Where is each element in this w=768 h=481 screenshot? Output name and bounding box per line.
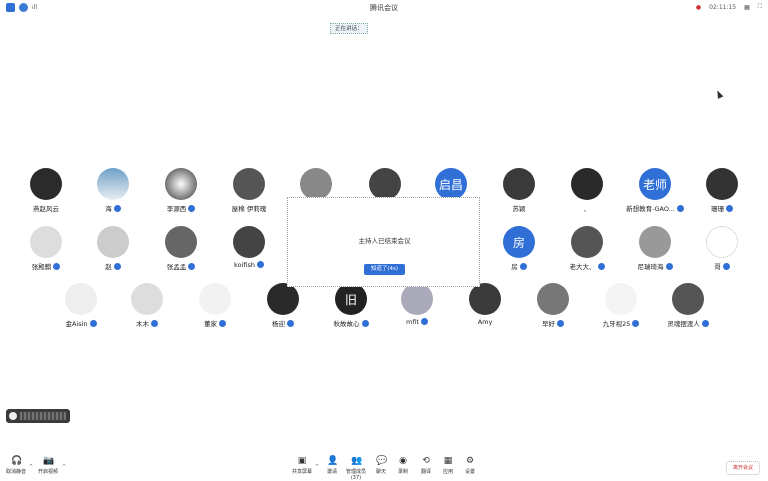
participant-tile[interactable]: 灵魂摆渡人 (646, 283, 730, 333)
avatar (199, 283, 231, 315)
window-title: 腾讯会议 (370, 4, 398, 12)
avatar (65, 283, 97, 315)
mic-icon (151, 319, 158, 327)
leave-meeting-button[interactable]: 离开会议 (726, 461, 760, 475)
avatar (672, 283, 704, 315)
share-screen-button[interactable]: ▣ 共享屏幕 (290, 456, 314, 475)
mic-icon (665, 262, 673, 270)
avatar (571, 168, 603, 200)
avatar (233, 226, 265, 258)
mic-icon (188, 262, 196, 270)
participant-name: 哥 (680, 261, 764, 271)
meeting-timer: 02:11:15 (709, 3, 737, 11)
avatar: 老师 (639, 168, 671, 200)
record-indicator-icon: ● (695, 3, 702, 11)
participant-tile[interactable]: 哥 (680, 226, 764, 276)
start-video-button[interactable]: 📷 开启视频 (36, 456, 60, 475)
settings-icon: ⚙ (465, 456, 475, 466)
settings-button[interactable]: ⚙ 设置 (458, 456, 482, 475)
invite-icon: 👤 (327, 456, 339, 466)
manage-members-button[interactable]: 👥 管理成员(37) (344, 456, 368, 481)
share-screen-icon: ▣ (297, 456, 307, 466)
apps-icon: ▦ (443, 456, 453, 466)
speaking-indicator: 正在讲话： (330, 23, 368, 34)
mic-icon (89, 319, 97, 327)
avatar: 旧 (335, 283, 367, 315)
participant-tile[interactable]: koifish (207, 226, 291, 276)
translate-icon: ⟲ (422, 456, 430, 466)
avatar (571, 226, 603, 258)
mic-icon (722, 262, 730, 270)
mic-icon (701, 319, 709, 327)
participant-name: 灵魂摆渡人 (646, 318, 730, 328)
mic-icon (53, 262, 61, 270)
avatar (469, 283, 501, 315)
avatar (639, 226, 671, 258)
avatar (537, 283, 569, 315)
mic-icon (632, 319, 640, 327)
bottom-toolbar: 🎧 取消静音 ^ 📷 开启视频 ^ ▣ 共享屏幕 ^ 👤 邀请 👥 管理成员(3… (0, 456, 768, 481)
audio-level-meter (20, 412, 66, 420)
self-video-thumbnail[interactable] (6, 409, 70, 423)
mic-icon (726, 204, 733, 212)
record-button[interactable]: ◉ 录制 (391, 456, 415, 475)
avatar (233, 168, 265, 200)
participant-name: 珊珊 (680, 203, 764, 213)
fullscreen-icon[interactable]: ⛶ (758, 3, 762, 11)
avatar (131, 283, 163, 315)
mic-icon (597, 262, 605, 270)
avatar (30, 168, 62, 200)
avatar (267, 283, 299, 315)
dialog-message: 主持人已结束会议 (358, 237, 411, 245)
avatar (605, 283, 637, 315)
participant-row-3: 金Aisin 木木 董家 杨迎 旧 秋故故心 mfit Amy 早好 九牙视25… (0, 283, 768, 333)
avatar (503, 168, 535, 200)
mic-icon (361, 319, 369, 327)
mic-icon (113, 204, 121, 212)
apps-button[interactable]: ▦ 应用 (436, 456, 460, 475)
members-icon: 👥 (351, 456, 363, 466)
invite-button[interactable]: 👤 邀请 (320, 456, 344, 475)
avatar (165, 168, 197, 200)
grid-view-icon[interactable]: ▦ (744, 4, 750, 11)
mic-icon (188, 204, 196, 212)
avatar (706, 226, 738, 258)
acknowledge-button[interactable]: 知道了(4s) (364, 264, 405, 275)
unmute-button[interactable]: 🎧 取消静音 (4, 456, 28, 475)
mic-icon (113, 262, 121, 270)
mic-icon (219, 319, 226, 327)
chat-button[interactable]: 💬 聊天 (369, 456, 393, 475)
avatar: 启昌 (435, 168, 467, 200)
mic-icon (420, 317, 428, 325)
avatar (165, 226, 197, 258)
title-bar-right: ● 02:11:15 ▦ ⛶ (696, 3, 762, 11)
mic-icon (287, 319, 294, 327)
share-options-caret[interactable]: ^ (315, 464, 319, 470)
avatar (30, 226, 62, 258)
camera-icon: 📷 (43, 456, 55, 466)
record-icon: ◉ (399, 456, 407, 466)
translate-button[interactable]: ⟲ 翻译 (414, 456, 438, 475)
meeting-ended-dialog: 主持人已结束会议 知道了(4s) (287, 197, 480, 287)
avatar (706, 168, 738, 200)
unmute-options-caret[interactable]: ^ (29, 464, 33, 470)
avatar (401, 283, 433, 315)
avatar (369, 168, 401, 200)
avatar: 房 (503, 226, 535, 258)
headset-icon: 🎧 (11, 456, 23, 466)
video-options-caret[interactable]: ^ (62, 464, 66, 470)
mic-icon (519, 262, 527, 270)
mic-icon (557, 319, 564, 327)
mouse-cursor-icon (714, 89, 724, 99)
avatar (300, 168, 332, 200)
self-avatar-icon (9, 412, 17, 420)
participant-tile[interactable]: 珊珊 (680, 168, 764, 218)
chat-icon: 💬 (376, 456, 388, 466)
mic-icon (256, 260, 264, 268)
title-bar: ıll 腾讯会议 ● 02:11:15 ▦ ⛶ (0, 0, 768, 16)
participant-name: koifish (207, 260, 291, 269)
avatar (97, 226, 129, 258)
avatar (97, 168, 129, 200)
